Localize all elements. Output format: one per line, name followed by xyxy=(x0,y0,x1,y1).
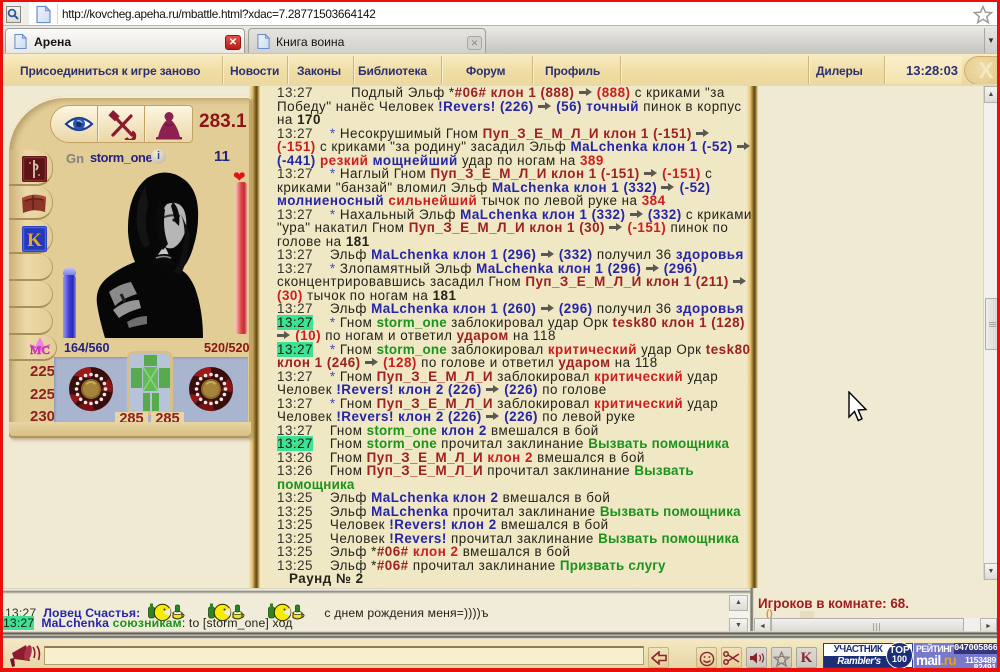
svg-text:MC: MC xyxy=(30,343,50,357)
svg-text:K: K xyxy=(27,230,42,251)
